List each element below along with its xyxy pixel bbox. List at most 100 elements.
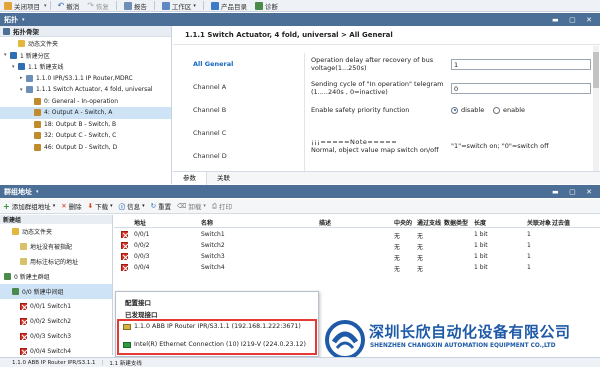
product-catalog-label: 产品目录 (220, 2, 247, 11)
safety-disable-radio[interactable]: disable (451, 106, 484, 114)
group-tree-item[interactable]: 用标注标记的地址 (0, 254, 112, 269)
topology-tree-item[interactable]: 4: Output A - Switch, A (0, 107, 171, 119)
window-controls[interactable]: ▬ ▢ ✕ (552, 188, 596, 196)
topology-tree-item[interactable]: 0: General - In-operation (0, 96, 171, 108)
interface-ip-router-label: 1.1.0 ABB IP Router IPR/S3.1.1 (192.168.… (134, 323, 301, 330)
add-group-address-button[interactable]: + 添加群组地址 ▾ (3, 201, 55, 212)
group-tree-item[interactable]: 0/0/2 Switch2 (0, 314, 112, 329)
group-tree-item[interactable]: 0/0/3 Switch3 (0, 329, 112, 344)
status-line: 1.1 新建支线 (109, 360, 142, 367)
diagnostics-button[interactable]: 诊断 (251, 0, 282, 12)
col-length[interactable]: 长度 (474, 218, 486, 227)
group-tree-item[interactable]: 0/0 新建中间组 (0, 284, 112, 299)
channel-item-b[interactable]: Channel B (173, 98, 304, 121)
col-past-value[interactable]: 过去值 (552, 218, 570, 227)
window-controls[interactable]: ▬ ▢ ✕ (552, 16, 596, 24)
report-icon (123, 1, 132, 10)
unload-button[interactable]: ⌫ 卸载 ▾ (177, 201, 206, 211)
delay-input[interactable]: 1 (451, 59, 591, 70)
group-tree-item[interactable]: 地址没有被指配 (0, 239, 112, 254)
col-address[interactable]: 地址 (134, 218, 146, 227)
channel-item-d[interactable]: Channel D (173, 144, 304, 167)
topology-tree-item[interactable]: 动态文件夹 (0, 38, 171, 50)
reset-button[interactable]: ↻ 重置 (151, 201, 171, 211)
dropdown-arrow-icon[interactable]: ▾ (36, 189, 39, 195)
tab-parameters[interactable]: 参数 (173, 171, 207, 185)
dropdown-arrow-icon: ▾ (193, 2, 196, 9)
col-associations[interactable]: 关联对象 (527, 218, 551, 227)
cell-address: 0/0/2 (134, 242, 150, 249)
unload-label: 卸载 (188, 203, 202, 211)
group-address-icon (20, 318, 27, 325)
interface-item-ip-router[interactable]: 1.1.0 ABB IP Router IPR/S3.1.1 (192.168.… (123, 323, 301, 330)
cell-central: 无 (394, 255, 401, 262)
add-group-address-label: 添加群组地址 (11, 203, 51, 211)
group-tree-item[interactable]: 0/0/4 Switch4 (0, 344, 112, 355)
dropdown-arrow-icon[interactable]: ▾ (22, 17, 25, 23)
safety-label: Enable safety priority function (311, 106, 410, 114)
unload-icon: ⌫ (177, 202, 187, 210)
close-project-label: 关闭项目 (14, 2, 40, 11)
topology-tree: 动态文件夹 ▾ 1 新建分区 ▾ 1.1 新建支线 ▸ 1.1.0 IPR/S3.1.1 I… (0, 37, 171, 153)
table-row[interactable]: 0/0/1 Switch1 无 无 1 bit 1 (114, 229, 600, 240)
topology-tree-item[interactable]: 46: Output D - Switch, D (0, 142, 171, 154)
channel-item-all-general[interactable]: All General (173, 53, 304, 75)
folder-icon (12, 228, 19, 235)
print-icon: ⎙ (211, 201, 218, 210)
cell-pass: 无 (417, 255, 424, 262)
channel-item-c[interactable]: Channel C (173, 121, 304, 144)
topology-tree-item[interactable]: ▾ 1.1.1 Switch Actuator, 4 fold, universa… (0, 84, 171, 96)
col-pass-line[interactable]: 通过支线 (417, 218, 441, 227)
info-button[interactable]: ⓘ 信息 ▾ (119, 201, 145, 211)
tree-item-label: 动态文件夹 (28, 41, 59, 49)
device-breadcrumb: 1.1.1 Switch Actuator, 4 fold, universal… (173, 26, 600, 45)
col-name[interactable]: 名称 (201, 218, 213, 227)
channel-item-a[interactable]: Channel A (173, 75, 304, 98)
table-row[interactable]: 0/0/4 Switch4 无 无 1 bit 1 (114, 262, 600, 273)
topology-tree-item[interactable]: 32: Output C - Switch, C (0, 130, 171, 142)
report-button[interactable]: 报告 (120, 0, 151, 12)
group-panel-title: 群组地址 (4, 187, 32, 196)
cell-name: Switch1 (201, 231, 225, 238)
reset-icon: ↻ (150, 202, 157, 210)
object-icon (34, 143, 41, 151)
cycle-input[interactable]: 0 (451, 83, 591, 94)
topology-tree-item[interactable]: ▾ 1.1 新建支线 (0, 61, 171, 73)
scrollbar-thumb[interactable] (593, 52, 599, 88)
device-parameter-panel: 1.1.1 Switch Actuator, 4 fold, universal… (173, 26, 600, 185)
dropdown-arrow-icon[interactable]: ▾ (44, 3, 47, 9)
table-row[interactable]: 0/0/3 Switch3 无 无 1 bit 1 (114, 251, 600, 262)
redo-button[interactable]: ↷ 恢复 (83, 0, 113, 12)
table-row[interactable]: 0/0/2 Switch2 无 无 1 bit 1 (114, 240, 600, 251)
cell-assoc: 1 (527, 253, 531, 260)
tab-associations[interactable]: 关联 (207, 172, 240, 185)
enable-label: enable (503, 106, 526, 114)
print-button[interactable]: ⎙ 打印 (211, 201, 232, 212)
group-tree-item[interactable]: 动态文件夹 (0, 224, 112, 239)
group-tree-header: 新建组 (0, 215, 112, 224)
parameter-scrollbar[interactable] (593, 46, 599, 171)
cell-central: 无 (394, 266, 401, 273)
workspace-icon (161, 1, 170, 10)
topology-tree-item[interactable]: 18: Output B - Switch, B (0, 119, 171, 131)
topology-tree-item[interactable]: ▾ 1 新建分区 (0, 50, 171, 62)
col-data-type[interactable]: 数据类型 (444, 218, 468, 227)
interface-item-ethernet[interactable]: Intel(R) Ethernet Connection (10) I219-V… (123, 341, 306, 348)
product-catalog-button[interactable]: 产品目录 (207, 0, 251, 12)
group-address-table: 地址 名称 描述 中央的 通过支线 数据类型 长度 关联对象 过去值 0/0/1… (114, 215, 600, 293)
group-tree-item[interactable]: 0 新建主群组 (0, 269, 112, 284)
safety-enable-radio[interactable]: enable (493, 106, 525, 114)
download-button[interactable]: ⬇ 下载 ▾ (88, 201, 113, 211)
group-tree-item[interactable]: 0/0/1 Switch1 (0, 299, 112, 314)
topology-tree-item[interactable]: ▸ 1.1.0 IPR/S3.1.1 IP Router,MDRC (0, 73, 171, 85)
col-description[interactable]: 描述 (319, 218, 331, 227)
tree-item-label: 32: Output C - Switch, C (44, 132, 117, 140)
col-central[interactable]: 中央的 (394, 218, 412, 227)
close-project-button[interactable]: 关闭项目 (0, 0, 44, 12)
group-tree-label: 0 新建主群组 (14, 274, 50, 281)
delete-button[interactable]: ✕ 删除 (61, 201, 81, 211)
group-folder-icon (20, 258, 27, 265)
workspace-button[interactable]: 工作区 ▾ (158, 0, 200, 12)
undo-button[interactable]: ↶ 撤消 (54, 0, 84, 12)
configured-interfaces-label: 配置接口 (125, 299, 151, 307)
